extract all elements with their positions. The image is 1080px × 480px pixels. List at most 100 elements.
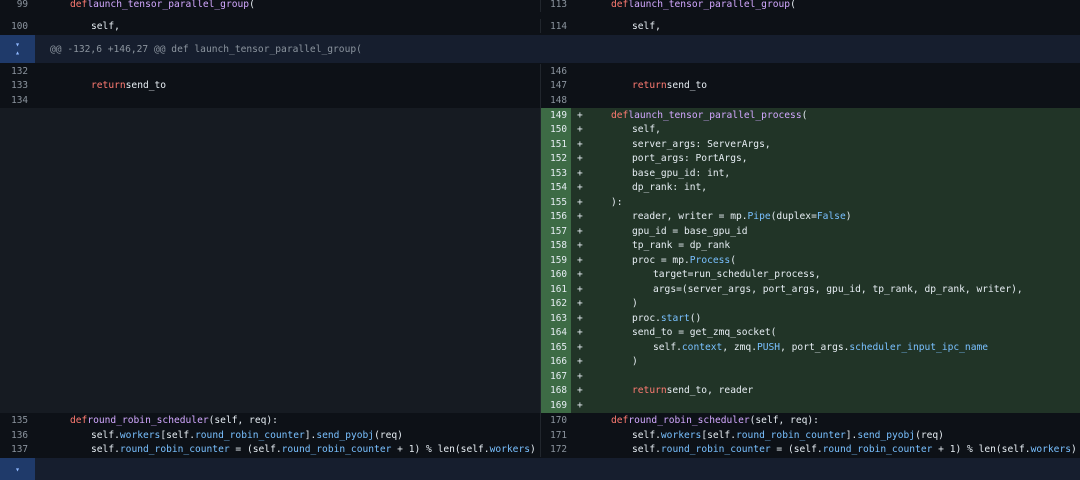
- empty-left-pane: [0, 398, 540, 413]
- added-diff-row: 164 + send_to = get_zmq_socket(: [0, 325, 1080, 340]
- line-number[interactable]: 156: [541, 209, 571, 224]
- line-number[interactable]: 137: [0, 442, 28, 457]
- added-sign: +: [577, 109, 583, 121]
- code-line: def round_robin_scheduler (self, req):: [70, 415, 278, 426]
- line-number[interactable]: 167: [541, 369, 571, 384]
- added-diff-row: 158 + tp_rank = dp_rank: [0, 238, 1080, 253]
- line-number[interactable]: 165: [541, 340, 571, 355]
- added-diff-row: 167 +: [0, 369, 1080, 384]
- line-number[interactable]: 161: [541, 282, 571, 297]
- line-number[interactable]: 166: [541, 354, 571, 369]
- line-number[interactable]: 171: [541, 428, 567, 443]
- code-line: ): [632, 298, 638, 310]
- added-sign: +: [577, 124, 583, 136]
- code-line: return send_to: [91, 80, 167, 91]
- line-number[interactable]: 148: [541, 93, 567, 108]
- line-number[interactable]: 170: [541, 413, 567, 428]
- code-line: port_args: PortArgs,: [632, 153, 748, 165]
- empty-left-pane: [0, 195, 540, 210]
- code-line: send_to = get_zmq_socket(: [632, 327, 777, 339]
- line-number[interactable]: 163: [541, 311, 571, 326]
- hunk-header-text: @@ -132,6 +146,27 @@ def launch_tensor_p…: [50, 43, 362, 55]
- line-number[interactable]: 153: [541, 166, 571, 181]
- empty-left-pane: [0, 325, 540, 340]
- code-line: self. context, zmq. PUSH, port_args. schedu…: [653, 341, 989, 353]
- added-sign: +: [577, 182, 583, 194]
- line-number[interactable]: 172: [541, 442, 567, 457]
- added-diff-row: 155 +):: [0, 195, 1080, 210]
- diff-row: 133 return send_to 147 return send_to: [0, 78, 1080, 93]
- added-diff-row: 149 + def launch_tensor_parallel_process(: [0, 108, 1080, 123]
- empty-left-pane: [0, 383, 540, 398]
- line-number[interactable]: 157: [541, 224, 571, 239]
- added-sign: +: [577, 254, 583, 266]
- line-number[interactable]: 164: [541, 325, 571, 340]
- line-number[interactable]: 133: [0, 78, 28, 93]
- line-number[interactable]: 99: [0, 0, 28, 10]
- line-number[interactable]: 100: [0, 19, 28, 33]
- code-line: args=(server_args, port_args, gpu_id, tp…: [653, 283, 1023, 295]
- code-line: self,: [632, 20, 661, 32]
- added-diff-row: 161 + args=(server_args, port_args, gpu_id…: [0, 282, 1080, 297]
- expand-down-icon[interactable]: ▾: [15, 465, 20, 474]
- hunk-header: ▾ ▴ @@ -132,6 +146,27 @@ def launch_tens…: [0, 35, 1080, 63]
- line-number[interactable]: 151: [541, 137, 571, 152]
- added-sign: +: [577, 167, 583, 179]
- line-number[interactable]: 162: [541, 296, 571, 311]
- added-diff-row: 153 + base_gpu_id: int,: [0, 166, 1080, 181]
- added-diff-row: 150 + self,: [0, 122, 1080, 137]
- line-number[interactable]: 135: [0, 413, 28, 428]
- empty-left-pane: [0, 267, 540, 282]
- line-number[interactable]: 146: [541, 64, 567, 79]
- added-diff-row: 165 + self. context, zmq. PUSH, port_args. sc…: [0, 340, 1080, 355]
- empty-left-pane: [0, 209, 540, 224]
- diff-row: 134 148: [0, 93, 1080, 108]
- empty-left-pane: [0, 296, 540, 311]
- added-sign: +: [577, 327, 583, 339]
- line-number[interactable]: 160: [541, 267, 571, 282]
- added-diff-row: 163 + proc. start(): [0, 311, 1080, 326]
- line-number[interactable]: 155: [541, 195, 571, 210]
- expand-button[interactable]: ▾: [0, 458, 35, 480]
- diff-row: 132 146: [0, 64, 1080, 79]
- line-number[interactable]: 154: [541, 180, 571, 195]
- line-number[interactable]: 114: [541, 19, 567, 33]
- code-line: self. round_robin_counter = (self. round_r…: [632, 444, 1077, 455]
- line-number[interactable]: 169: [541, 398, 571, 413]
- expand-button[interactable]: ▾ ▴: [0, 35, 35, 63]
- expand-down-icon[interactable]: ▴: [15, 49, 20, 57]
- added-sign: +: [577, 298, 583, 310]
- code-line: def launch_tensor_parallel_group(: [611, 0, 796, 10]
- code-line: return send_to: [632, 80, 708, 91]
- added-diff-row: 168 + return send_to, reader: [0, 383, 1080, 398]
- code-line: self,: [91, 20, 120, 32]
- code-line: self. workers[self. round_robin_counter]. s…: [632, 430, 944, 441]
- code-line: tp_rank = dp_rank: [632, 240, 731, 252]
- added-sign: +: [577, 211, 583, 223]
- added-sign: +: [577, 356, 583, 368]
- diff-row: 136 self. workers[self. round_robin_counte…: [0, 428, 1080, 443]
- added-diff-row: 162 +): [0, 296, 1080, 311]
- code-line: def launch_tensor_parallel_process(: [611, 109, 808, 121]
- code-line: reader, writer = mp. Pipe (duplex= False): [632, 211, 852, 223]
- added-sign: +: [577, 138, 583, 150]
- line-number[interactable]: 150: [541, 122, 571, 137]
- line-number[interactable]: 152: [541, 151, 571, 166]
- line-number[interactable]: 136: [0, 428, 28, 443]
- diff-row: 100 self, 114 self,: [0, 19, 1080, 33]
- added-diff-row: 151 + server_args: ServerArgs,: [0, 137, 1080, 152]
- empty-left-pane: [0, 108, 540, 123]
- added-diff-row: 156 + reader, writer = mp. Pipe (duplex= Fals…: [0, 209, 1080, 224]
- line-number[interactable]: 134: [0, 93, 28, 108]
- added-sign: +: [577, 225, 583, 237]
- line-number[interactable]: 159: [541, 253, 571, 268]
- code-line: self,: [632, 124, 661, 136]
- code-line: proc = mp. Process(: [632, 254, 736, 266]
- code-line: ): [632, 356, 638, 368]
- line-number[interactable]: 132: [0, 64, 28, 79]
- line-number[interactable]: 168: [541, 383, 571, 398]
- line-number[interactable]: 149: [541, 108, 571, 123]
- line-number[interactable]: 147: [541, 78, 567, 93]
- line-number[interactable]: 113: [541, 0, 567, 10]
- line-number[interactable]: 158: [541, 238, 571, 253]
